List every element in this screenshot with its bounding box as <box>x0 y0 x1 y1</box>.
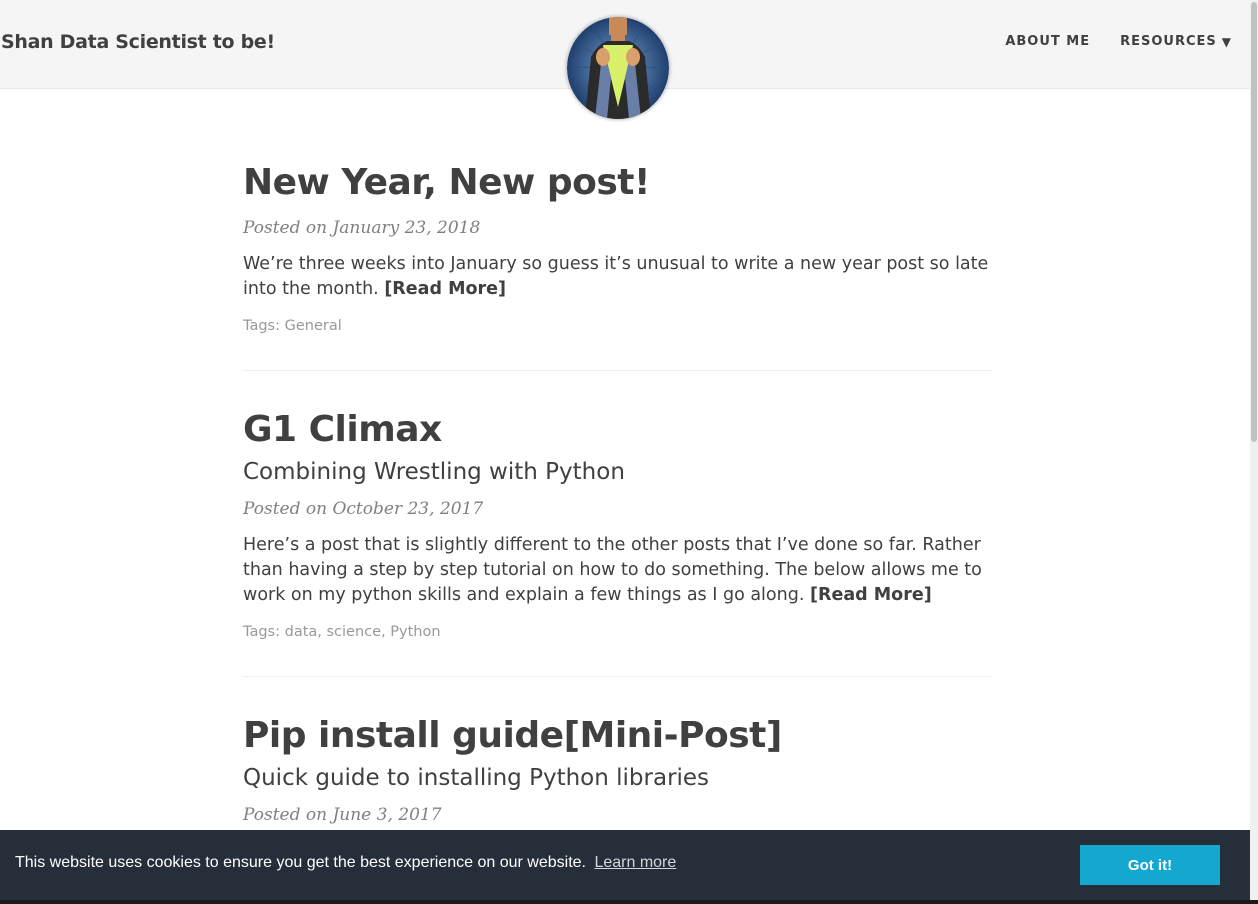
post-excerpt: Here’s a post that is slightly different… <box>243 533 993 608</box>
post-tags: Tags: General <box>243 318 993 334</box>
post-date: Posted on January 23, 2018 <box>243 218 481 238</box>
tag-link-science[interactable]: science <box>327 624 382 640</box>
tag-link-general[interactable]: General <box>285 318 342 334</box>
post-list: New Year, New post! Posted on January 23… <box>243 160 993 897</box>
post-tags: Tags: data, science, Python <box>243 624 441 640</box>
bottom-strip <box>0 900 1258 904</box>
read-more-link[interactable]: [Read More] <box>810 585 932 605</box>
superhero-avatar-image <box>567 17 669 119</box>
tags-label: Tags: <box>243 318 280 334</box>
post-title-link[interactable]: G1 Climax <box>243 407 993 453</box>
nav-resources-label: RESOURCES <box>1120 34 1217 49</box>
post-subtitle: Quick guide to installing Python librari… <box>243 765 710 791</box>
avatar[interactable] <box>567 17 669 119</box>
learn-more-link[interactable]: Learn more <box>594 854 676 871</box>
nav-links: ABOUT ME RESOURCES ▼ <box>1005 34 1232 49</box>
post-preview: G1 Climax Combining Wrestling with Pytho… <box>243 407 993 677</box>
nav-about-me-label: ABOUT ME <box>1005 34 1091 49</box>
cookie-message-text: This website uses cookies to ensure you … <box>15 854 586 871</box>
cookie-message: This website uses cookies to ensure you … <box>15 854 676 872</box>
page-scrollbar[interactable] <box>1250 0 1258 904</box>
site-brand-link[interactable]: Shan Data Scientist to be! <box>1 31 275 53</box>
post-date: Posted on June 3, 2017 <box>243 805 442 825</box>
post-excerpt: We’re three weeks into January so guess … <box>243 252 993 302</box>
tag-link-data[interactable]: data <box>285 624 318 640</box>
cookie-consent-banner: This website uses cookies to ensure you … <box>0 830 1250 900</box>
caret-down-icon: ▼ <box>1221 34 1232 49</box>
cookie-accept-button[interactable]: Got it! <box>1080 845 1220 885</box>
post-date: Posted on October 23, 2017 <box>243 499 484 519</box>
nav-about-me-link[interactable]: ABOUT ME <box>1005 34 1090 49</box>
nav-resources-dropdown[interactable]: RESOURCES ▼ <box>1120 34 1232 49</box>
tag-link-python[interactable]: Python <box>390 624 440 640</box>
tags-label: Tags: <box>243 624 280 640</box>
read-more-link[interactable]: [Read More] <box>384 279 506 299</box>
post-excerpt-text: We’re three weeks into January so guess … <box>243 254 989 299</box>
post-title-link[interactable]: Pip install guide[Mini-Post] <box>243 713 993 759</box>
post-title-link[interactable]: New Year, New post! <box>243 160 993 206</box>
post-subtitle: Combining Wrestling with Python <box>243 459 625 485</box>
scrollbar-thumb[interactable] <box>1251 2 1257 442</box>
post-preview: New Year, New post! Posted on January 23… <box>243 160 993 371</box>
